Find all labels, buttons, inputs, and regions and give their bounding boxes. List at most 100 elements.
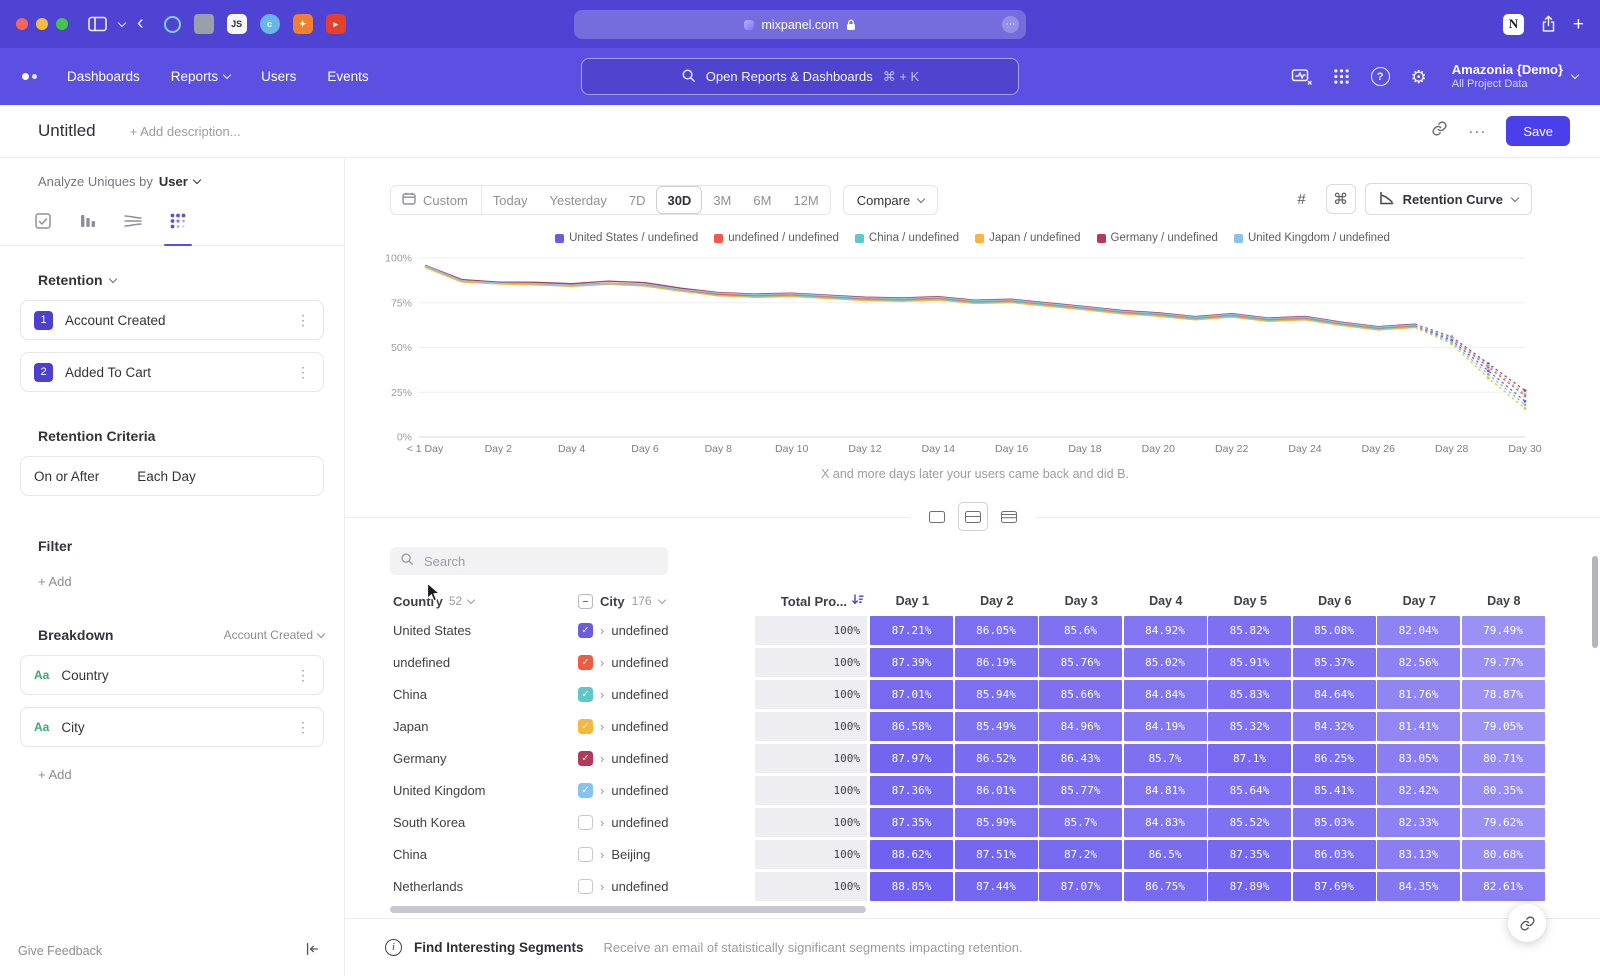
retention-cell[interactable]: 80.71% (1462, 744, 1545, 773)
retention-cell[interactable]: 87.21% (870, 616, 953, 645)
retention-cell[interactable]: 85.08% (1293, 616, 1376, 645)
retention-cell[interactable]: 78.87% (1462, 680, 1545, 709)
retention-cell[interactable]: 85.03% (1293, 808, 1376, 837)
breakdown-card[interactable]: AaCountry⋮ (20, 655, 324, 695)
retention-cell[interactable]: 86.25% (1293, 744, 1376, 773)
legend-item[interactable]: United States / undefined (555, 232, 698, 244)
add-description-button[interactable]: + Add description... (130, 124, 241, 139)
retention-cell[interactable]: 86.03% (1293, 840, 1376, 869)
retention-cell[interactable]: 82.61% (1462, 872, 1545, 901)
retention-cell[interactable]: 84.32% (1293, 712, 1376, 741)
retention-step-card[interactable]: 2Added To Cart⋮ (20, 352, 324, 392)
share-link-floating-button[interactable] (1508, 904, 1546, 942)
notion-extension-icon[interactable]: N (1503, 14, 1524, 35)
expand-chevron-icon[interactable]: › (600, 784, 604, 797)
row-checkbox[interactable]: ✓ (578, 783, 593, 798)
date-range-30d[interactable]: 30D (656, 186, 702, 214)
retention-cell[interactable]: 84.81% (1124, 776, 1207, 805)
retention-cell[interactable]: 82.33% (1377, 808, 1460, 837)
extension-icon[interactable]: JS (227, 14, 247, 34)
legend-item[interactable]: undefined / undefined (714, 232, 839, 244)
select-all-checkbox[interactable]: – (578, 594, 593, 609)
chevron-down-icon[interactable] (119, 23, 125, 26)
retention-step-card[interactable]: 1Account Created⋮ (20, 300, 324, 340)
tab-retention[interactable] (167, 211, 189, 231)
apps-grid-icon[interactable] (1333, 68, 1350, 85)
nav-dashboards[interactable]: Dashboards (67, 69, 140, 84)
expand-chevron-icon[interactable]: › (600, 688, 604, 701)
retention-cell[interactable]: 86.5% (1124, 840, 1207, 869)
annotations-icon-button[interactable]: # (1287, 184, 1317, 214)
retention-cell[interactable]: 87.07% (1039, 872, 1122, 901)
retention-cell[interactable]: 85.37% (1293, 648, 1376, 677)
retention-cell[interactable]: 85.6% (1039, 616, 1122, 645)
criteria-interval[interactable]: Each Day (137, 469, 196, 484)
retention-cell[interactable]: 85.52% (1208, 808, 1291, 837)
retention-cell[interactable]: 85.66% (1039, 680, 1122, 709)
retention-cell[interactable]: 85.77% (1039, 776, 1122, 805)
retention-cell[interactable]: 88.62% (870, 840, 953, 869)
country-column-header[interactable]: Country 52 (390, 594, 578, 609)
retention-cell[interactable]: 84.84% (1124, 680, 1207, 709)
share-icon[interactable] (1540, 15, 1557, 33)
kebab-menu-icon[interactable]: ⋮ (296, 312, 310, 329)
row-checkbox[interactable]: ✓ (578, 655, 593, 670)
retention-cell[interactable]: 86.58% (870, 712, 953, 741)
day-column-header[interactable]: Day 8 (1462, 594, 1547, 608)
expand-chevron-icon[interactable]: › (600, 752, 604, 765)
legend-item[interactable]: United Kingdom / undefined (1234, 232, 1390, 244)
date-range-today[interactable]: Today (482, 186, 539, 214)
legend-item[interactable]: Germany / undefined (1097, 232, 1218, 244)
shortcuts-icon-button[interactable]: ⌘ (1326, 184, 1356, 214)
day-column-header[interactable]: Day 6 (1293, 594, 1378, 608)
retention-cell[interactable]: 86.05% (955, 616, 1038, 645)
vertical-scrollbar[interactable] (1592, 556, 1598, 648)
retention-cell[interactable]: 85.64% (1208, 776, 1291, 805)
add-filter-button[interactable]: + Add (38, 574, 344, 589)
retention-criteria-card[interactable]: On or After Each Day (20, 456, 324, 496)
global-search-button[interactable]: Open Reports & Dashboards ⌘ + K (581, 58, 1019, 95)
mixpanel-logo-icon[interactable] (22, 73, 37, 80)
expand-chevron-icon[interactable]: › (600, 720, 604, 733)
retention-cell[interactable]: 86.75% (1124, 872, 1207, 901)
save-button[interactable]: Save (1506, 116, 1570, 146)
expand-chevron-icon[interactable]: › (600, 624, 604, 637)
date-range-7d[interactable]: 7D (618, 186, 657, 214)
copy-link-icon[interactable] (1431, 120, 1448, 142)
retention-cell[interactable]: 82.56% (1377, 648, 1460, 677)
retention-cell[interactable]: 84.96% (1039, 712, 1122, 741)
analyze-entity-selector[interactable]: User (159, 174, 200, 189)
day-column-header[interactable]: Day 2 (955, 594, 1040, 608)
retention-cell[interactable]: 87.2% (1039, 840, 1122, 869)
retention-cell[interactable]: 85.41% (1293, 776, 1376, 805)
retention-cell[interactable]: 84.35% (1377, 872, 1460, 901)
retention-cell[interactable]: 85.02% (1124, 648, 1207, 677)
nav-reports[interactable]: Reports (171, 69, 230, 84)
retention-cell[interactable]: 87.01% (870, 680, 953, 709)
legend-item[interactable]: China / undefined (855, 232, 959, 244)
table-search[interactable] (390, 547, 668, 575)
kebab-menu-icon[interactable]: ⋮ (296, 667, 310, 684)
retention-cell[interactable]: 85.91% (1208, 648, 1291, 677)
retention-cell[interactable]: 85.32% (1208, 712, 1291, 741)
extension-icon[interactable] (194, 14, 214, 34)
date-range-12m[interactable]: 12M (782, 186, 829, 214)
settings-gear-icon[interactable]: ⚙ (1411, 68, 1427, 86)
retention-cell[interactable]: 84.92% (1124, 616, 1207, 645)
day-column-header[interactable]: Day 5 (1208, 594, 1293, 608)
retention-cell[interactable]: 85.99% (955, 808, 1038, 837)
url-more-icon[interactable]: ⋯ (1002, 16, 1019, 33)
give-feedback-link[interactable]: Give Feedback (18, 944, 102, 958)
retention-cell[interactable]: 80.68% (1462, 840, 1545, 869)
row-checkbox[interactable] (578, 815, 593, 830)
day-column-header[interactable]: Day 3 (1039, 594, 1124, 608)
retention-cell[interactable]: 86.19% (955, 648, 1038, 677)
retention-cell[interactable]: 85.49% (955, 712, 1038, 741)
retention-cell[interactable]: 80.35% (1462, 776, 1545, 805)
retention-cell[interactable]: 86.01% (955, 776, 1038, 805)
row-checkbox[interactable]: ✓ (578, 623, 593, 638)
nav-users[interactable]: Users (261, 69, 296, 84)
expand-chevron-icon[interactable]: › (600, 848, 604, 861)
retention-cell[interactable]: 79.05% (1462, 712, 1545, 741)
expand-chevron-icon[interactable]: › (600, 656, 604, 669)
